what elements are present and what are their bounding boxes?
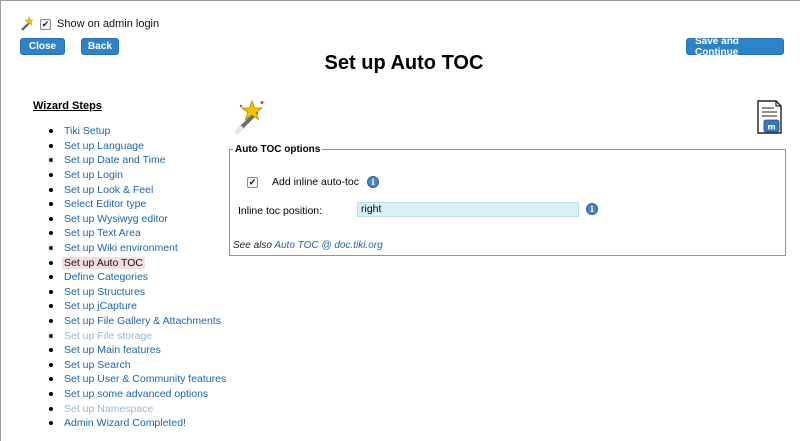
bullet — [49, 143, 53, 148]
bullet — [49, 158, 53, 163]
magic-wand-icon — [235, 100, 264, 134]
page-title: Set up Auto TOC — [324, 52, 484, 74]
wizard-step-label[interactable]: Define Categories — [64, 271, 148, 283]
bullet — [49, 406, 53, 411]
documentation-icon[interactable]: m — [755, 100, 783, 134]
wizard-step-disabled: Set up Namespace — [49, 401, 226, 416]
show-on-login-label: Show on admin login — [57, 18, 160, 30]
wizard-steps-heading: Wizard Steps — [33, 100, 102, 112]
toc-position-select[interactable]: right — [357, 202, 579, 217]
wizard-step[interactable]: Set up Wiki environment — [49, 241, 226, 256]
bullet — [49, 362, 53, 367]
wizard-step[interactable]: Set up Date and Time — [49, 153, 226, 168]
wizard-step-label[interactable]: Admin Wizard Completed! — [64, 417, 186, 429]
fieldset-legend: Auto TOC options — [233, 144, 323, 155]
bullet — [49, 377, 53, 382]
wizard-step-label: Set up File storage — [64, 329, 153, 342]
see-also-note: See also Auto TOC @ doc.tiki.org — [233, 240, 383, 251]
wizard-step-label[interactable]: Set up some advanced options — [64, 388, 208, 400]
wizard-step[interactable]: Admin Wizard Completed! — [49, 416, 226, 431]
wizard-step[interactable]: Set up User & Community features — [49, 372, 226, 387]
wizard-step-label[interactable]: Set up Structures — [64, 286, 145, 298]
bullet — [49, 187, 53, 192]
wizard-step-label: Set up Auto TOC — [62, 256, 145, 269]
wizard-step[interactable]: Set up Look & Feel — [49, 182, 226, 197]
wizard-step-label[interactable]: Set up Wysiwyg editor — [64, 213, 168, 225]
wizard-step-current: Set up Auto TOC — [49, 255, 226, 270]
wizard-step[interactable]: Set up Structures — [49, 285, 226, 300]
bullet — [49, 260, 53, 265]
wizard-step-label[interactable]: Set up User & Community features — [64, 373, 226, 385]
wizard-step[interactable]: Set up Language — [49, 139, 226, 154]
show-on-login-row: ✔ Show on admin login — [20, 17, 159, 31]
wizard-step-label: Set up Namespace — [64, 402, 154, 415]
magic-wand-icon — [21, 17, 34, 31]
wizard-step[interactable]: Set up Text Area — [49, 226, 226, 241]
see-also-prefix: See also — [233, 240, 275, 251]
toc-position-label: Inline toc position: — [238, 205, 323, 217]
bullet — [49, 391, 53, 396]
inline-toc-label: Add inline auto-toc — [272, 176, 359, 188]
wizard-step[interactable]: Set up some advanced options — [49, 387, 226, 402]
wizard-step-label[interactable]: Set up Search — [64, 359, 131, 371]
wizard-steps-list: Tiki Setup Set up Language Set up Date a… — [49, 124, 226, 430]
wizard-step[interactable]: Set up Search — [49, 358, 226, 373]
wizard-step[interactable]: Set up Main features — [49, 343, 226, 358]
wizard-step-label[interactable]: Set up Date and Time — [64, 154, 166, 166]
wizard-step-label[interactable]: Set up Main features — [64, 344, 161, 356]
info-icon[interactable]: i — [586, 203, 598, 215]
bullet — [49, 319, 53, 324]
wizard-step[interactable]: Set up jCapture — [49, 299, 226, 314]
doc-link[interactable]: Auto TOC @ doc.tiki.org — [274, 240, 382, 251]
wizard-step-label[interactable]: Set up Text Area — [64, 227, 141, 239]
bullet — [49, 231, 53, 236]
bullet — [49, 246, 53, 251]
bullet — [49, 289, 53, 294]
wizard-step[interactable]: Define Categories — [49, 270, 226, 285]
wizard-step-label[interactable]: Set up Look & Feel — [64, 184, 153, 196]
bullet — [49, 304, 53, 309]
info-icon[interactable]: i — [366, 176, 379, 188]
bullet — [49, 421, 53, 426]
bullet — [49, 348, 53, 353]
bullet — [49, 173, 53, 178]
inline-toc-checkbox[interactable]: ✔ — [247, 176, 258, 188]
bullet — [49, 129, 53, 134]
wizard-step-label[interactable]: Set up Login — [64, 169, 123, 181]
wizard-step-label[interactable]: Set up Language — [64, 140, 144, 152]
wizard-step-disabled: Set up File storage — [49, 328, 226, 343]
bullet — [49, 333, 53, 338]
wizard-step-label[interactable]: Select Editor type — [64, 198, 146, 210]
wizard-step-label[interactable]: Set up Wiki environment — [64, 242, 178, 254]
show-on-login-checkbox[interactable]: ✔ — [40, 18, 51, 30]
wizard-step-label[interactable]: Set up jCapture — [64, 300, 137, 312]
wizard-step[interactable]: Select Editor type — [49, 197, 226, 212]
wizard-step-label[interactable]: Tiki Setup — [64, 125, 110, 137]
bullet — [49, 275, 53, 280]
bullet — [49, 216, 53, 221]
wizard-step[interactable]: Tiki Setup — [49, 124, 226, 139]
inline-toc-row: ✔ Add inline auto-toc i — [247, 176, 379, 188]
svg-text:m: m — [767, 123, 775, 132]
wizard-step[interactable]: Set up File Gallery & Attachments — [49, 314, 226, 329]
wizard-step[interactable]: Set up Wysiwyg editor — [49, 212, 226, 227]
wizard-step-label[interactable]: Set up File Gallery & Attachments — [64, 315, 221, 327]
wizard-step[interactable]: Set up Login — [49, 168, 226, 183]
bullet — [49, 202, 53, 207]
